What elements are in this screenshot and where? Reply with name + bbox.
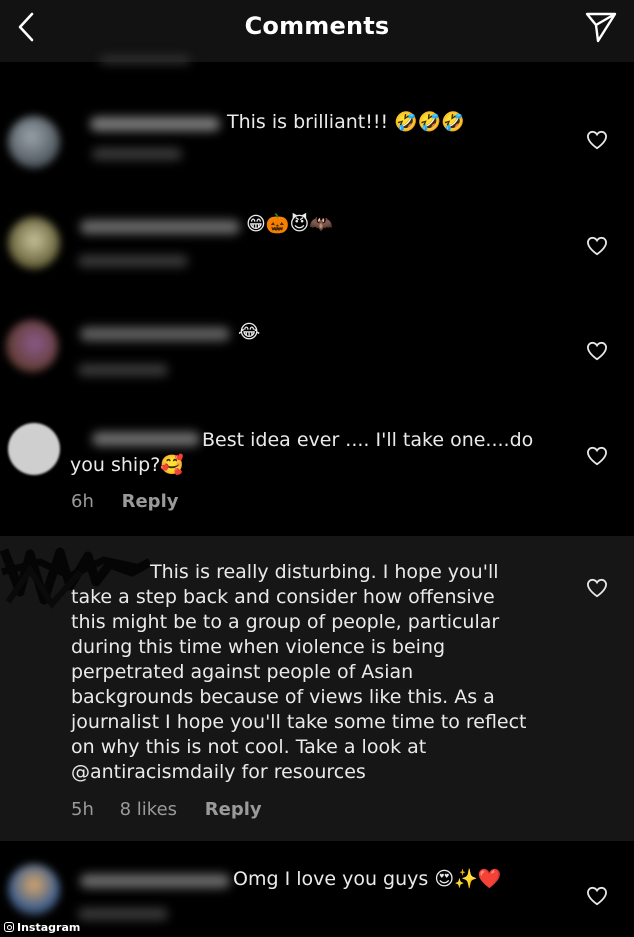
comment-meta-blurred (78, 908, 168, 920)
comment-text-line: @antiracismdaily for resources (71, 761, 366, 783)
comment-item: This is brilliant!!! 🤣🤣🤣 (0, 98, 634, 188)
comment-item-highlighted: This is really disturbing. I hope you'll… (0, 536, 634, 841)
comment-meta: 5h 8 likes Reply (71, 799, 262, 820)
comment-time: 5h (71, 799, 94, 820)
avatar[interactable] (8, 217, 60, 269)
comment-text-line: take a step back and consider how offens… (71, 586, 495, 608)
heart-icon[interactable] (586, 236, 608, 256)
comment-text-line: you ship?🥰 (70, 454, 184, 476)
comment-text: This is brilliant!!! 🤣🤣🤣 (227, 111, 466, 133)
comment-text-line: perpetrated against people of Asian (71, 661, 414, 683)
username-blurred[interactable] (80, 327, 230, 341)
comment-text-line: This is really disturbing. I hope you'll (150, 561, 499, 583)
comment-text: Omg I love you guys 😍✨❤️ (233, 868, 502, 890)
comment-text-line: backgrounds because of views like this. … (71, 686, 495, 708)
avatar[interactable] (8, 116, 60, 168)
comment-item: Omg I love you guys 😍✨❤️ (0, 850, 634, 930)
instagram-icon (4, 922, 14, 932)
reply-button[interactable]: Reply (205, 799, 262, 820)
username-blurred[interactable] (90, 117, 220, 131)
comment-meta-blurred (78, 364, 168, 376)
heart-icon[interactable] (586, 446, 608, 466)
username-blurred[interactable] (80, 220, 240, 234)
heart-icon[interactable] (586, 341, 608, 361)
comment-text: 😂 (238, 321, 261, 343)
reply-button[interactable]: Reply (122, 491, 179, 512)
username-blurred[interactable] (80, 874, 230, 888)
heart-icon[interactable] (586, 578, 608, 598)
avatar[interactable] (6, 320, 58, 372)
paper-plane-icon[interactable] (584, 10, 618, 44)
comment-text-line: on why this is not cool. Take a look at (71, 736, 427, 758)
comment-meta: 6h Reply (71, 491, 178, 512)
heart-icon[interactable] (586, 130, 608, 150)
heart-icon[interactable] (586, 886, 608, 906)
comment-item: 😂 (0, 310, 634, 400)
comment-text-line: Best idea ever .... I'll take one....do (202, 429, 534, 451)
previous-comment-fragment (100, 56, 190, 64)
comment-item: Best idea ever .... I'll take one....do … (0, 415, 634, 525)
comment-text-line: during this time when violence is being (71, 636, 446, 658)
likes-count[interactable]: 8 likes (120, 799, 177, 820)
comment-text-line: journalist I hope you'll take some time … (71, 711, 527, 733)
comment-meta-blurred (78, 255, 188, 267)
credit-text: Instagram (17, 921, 81, 934)
comment-item: 😁🎃😈🦇 (0, 203, 634, 293)
username-blurred[interactable] (92, 432, 200, 446)
avatar[interactable] (8, 423, 60, 475)
comment-text-line: this might be to a group of people, part… (71, 611, 500, 633)
comment-meta-blurred (92, 148, 182, 160)
header-bar: Comments (0, 0, 634, 62)
comment-text: 😁🎃😈🦇 (246, 213, 333, 235)
comment-time: 6h (71, 491, 94, 512)
avatar[interactable] (8, 864, 60, 916)
page-title: Comments (244, 12, 390, 40)
image-credit: Instagram (4, 921, 80, 934)
